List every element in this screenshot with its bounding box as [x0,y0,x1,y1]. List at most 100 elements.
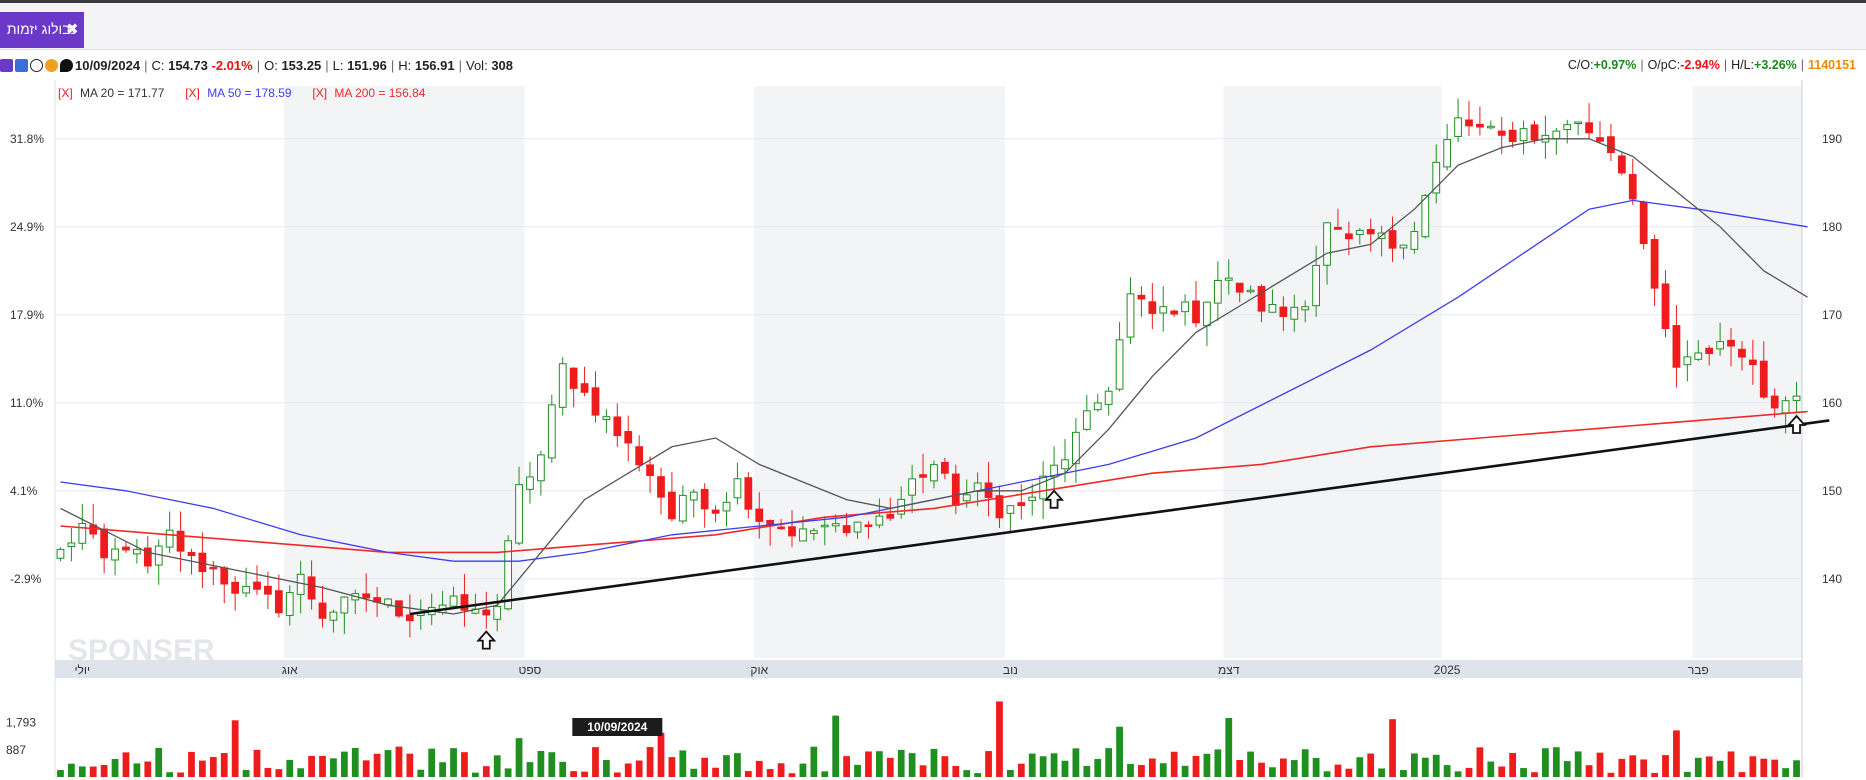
volume-bar [865,751,872,777]
candle [624,431,633,444]
indicator-icon[interactable] [45,58,58,72]
volume-bar [1127,764,1134,777]
candle [1421,194,1430,238]
candle [515,484,523,544]
volume-bar [635,760,643,777]
candle [526,476,534,490]
volume-bar [515,738,523,777]
volume-bar [1782,768,1790,777]
y-tick-label-left: 4.1% [10,484,38,498]
candle [940,461,949,474]
volume-bar [810,746,818,777]
price-chart[interactable]: SPONSER140150160170180190-2.9%4.1%11.0%1… [0,80,1866,780]
volume-value: 308 [491,57,514,73]
y-tick-label-left: 24.9% [10,220,44,234]
x-tick-label: אוק [750,663,768,677]
candle [722,501,731,512]
volume-bar [275,769,283,777]
volume-bar [755,760,763,777]
candle [1716,341,1724,350]
legend-entry: MA 20 = 171.77 [80,86,165,100]
volume-bar [1050,753,1058,777]
volume-bar [1509,752,1517,777]
candle [788,526,796,537]
candle [777,526,785,530]
candle [1454,117,1462,137]
candle [569,367,578,389]
candle [1028,496,1037,502]
candle [1530,124,1539,141]
candle [1268,304,1277,313]
volume-bar [439,762,447,777]
volume-bar [1596,752,1604,777]
candle [67,542,76,548]
volume-bar [1542,748,1549,777]
tab-stock[interactable]: ✖ נבולוג יזמות [0,12,84,48]
legend-toggle[interactable]: [X] [58,86,73,100]
volume-bar [1389,719,1396,777]
volume-bar [1487,761,1495,777]
volume-bar [897,749,905,777]
volume-bar [1214,749,1222,777]
candle [133,548,141,555]
volume-bar [1760,758,1768,777]
volume-bar [1651,772,1658,777]
x-axis-band [55,660,1802,678]
volume-bar [166,772,174,777]
open-value: 153.25 [281,57,322,73]
volume-bar [67,763,75,777]
candle [122,546,130,551]
volume-bar [1683,771,1691,777]
legend-toggle[interactable]: [X] [185,86,200,100]
candle [1781,400,1790,414]
volume-bar [1465,767,1473,777]
volume-bar [450,748,457,777]
volume-bar [330,758,337,777]
legend-entry: MA 200 = 156.84 [334,86,425,100]
candle [187,551,196,557]
volume-bar [264,767,272,777]
candle [1137,294,1146,300]
candle [1017,502,1026,507]
candle [1650,239,1659,289]
candle [209,566,218,570]
candle [1738,348,1746,358]
volume-bar [766,769,774,777]
candle [930,464,938,482]
candle [340,596,349,614]
chart-type-icon[interactable] [0,58,13,72]
candle [1115,339,1124,390]
volume-bar [1629,755,1637,777]
candle [558,363,567,408]
comment-icon[interactable] [60,58,73,72]
volume-bar [1258,762,1265,777]
volume-bar [428,748,436,777]
candle [744,477,753,510]
candle [1104,390,1113,405]
legend-toggle[interactable]: [X] [312,86,327,100]
volume-bar [646,747,654,777]
candle [1323,222,1331,266]
cursor-date-label: 10/09/2024 [587,720,647,734]
candle [1748,359,1757,366]
candle [1563,124,1572,131]
compare-icon[interactable] [15,58,28,72]
change-pct: -2.01% [211,57,253,73]
candle [100,528,109,559]
volume-bar [919,765,927,777]
high-value: 156.91 [414,57,455,73]
volume-bar [1563,761,1571,777]
registered-icon[interactable] [30,58,43,72]
candle [1399,244,1408,249]
volume-bar [122,752,130,777]
volume-bar [1007,769,1014,777]
candle [1246,289,1255,293]
candle [242,585,250,594]
candle [700,488,709,510]
candle [547,404,556,459]
candle [1126,293,1135,338]
candle [1148,301,1157,314]
candle [919,474,927,478]
volume-bar [1312,757,1320,777]
volume-bar [1203,753,1211,777]
